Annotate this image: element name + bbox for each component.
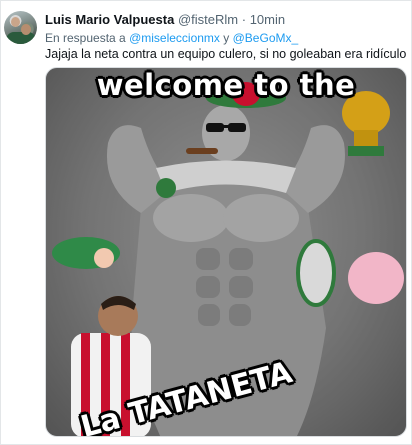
tweet-header: Luis Mario Valpuesta @fisteRlm · 10min bbox=[45, 12, 285, 28]
tweet-timestamp[interactable]: 10min bbox=[250, 12, 285, 27]
tweet-card[interactable]: Luis Mario Valpuesta @fisteRlm · 10min E… bbox=[0, 0, 412, 445]
author-avatar[interactable] bbox=[4, 11, 37, 44]
author-name[interactable]: Luis Mario Valpuesta bbox=[45, 12, 174, 27]
avatar-shirt bbox=[6, 32, 36, 44]
reply-conjunction: y bbox=[223, 31, 230, 45]
avatar-face bbox=[21, 24, 31, 35]
avatar-face bbox=[11, 17, 20, 27]
reply-prefix: En respuesta a bbox=[45, 31, 126, 45]
header-separator: · bbox=[241, 12, 247, 27]
reply-mention[interactable]: @BeGoMx_ bbox=[233, 31, 299, 45]
reply-mention[interactable]: @miseleccionmx bbox=[129, 31, 220, 45]
tweet-text: Jajaja la neta contra un equipo culero, … bbox=[45, 47, 407, 61]
reply-context: En respuesta a @miseleccionmx y @BeGoMx_ bbox=[45, 30, 298, 46]
author-handle[interactable]: @fisteRlm bbox=[178, 12, 238, 27]
meme-caption-top: welcome to the bbox=[96, 68, 356, 102]
tweet-media-image[interactable]: welcome to the La TATANETA bbox=[45, 67, 407, 437]
